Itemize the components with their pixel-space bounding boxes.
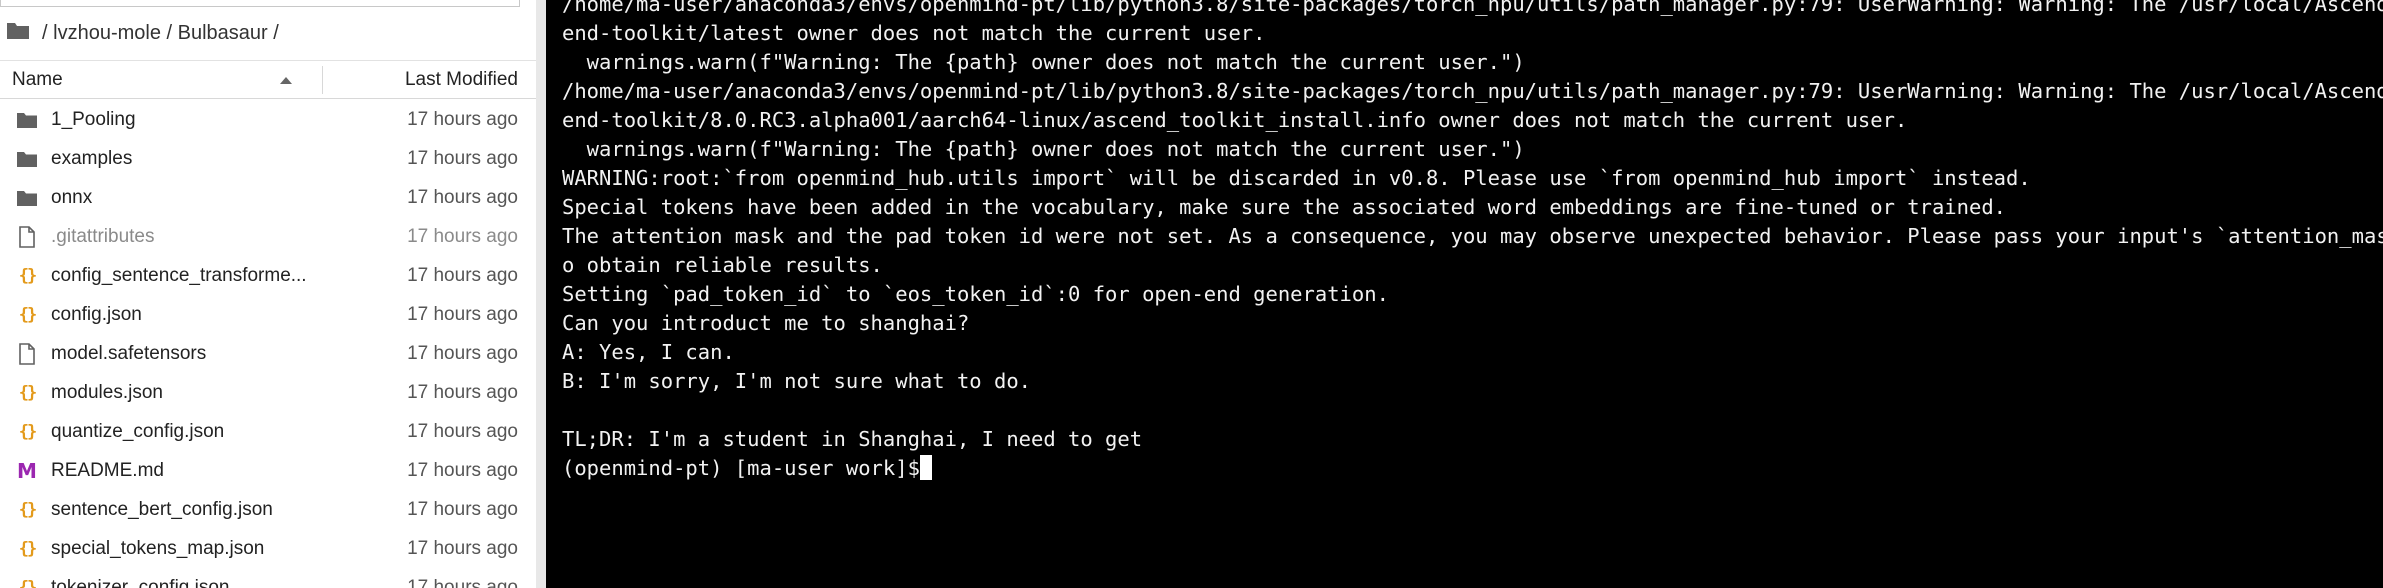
file-name: .gitattributes <box>51 226 155 247</box>
file-modified: 17 hours ago <box>407 226 518 247</box>
file-list-item[interactable]: {} tokenizer_config.json 17 hours ago <box>0 568 536 588</box>
file-icon <box>16 226 38 248</box>
file-modified: 17 hours ago <box>407 265 518 286</box>
terminal-line: B: I'm sorry, I'm not sure what to do. <box>562 369 1031 393</box>
folder-icon <box>16 109 38 131</box>
folder-icon[interactable] <box>6 20 30 46</box>
file-name: quantize_config.json <box>51 421 225 442</box>
terminal-line: Special tokens have been added in the vo… <box>562 195 2007 219</box>
file-modified: 17 hours ago <box>407 187 518 208</box>
json-icon: {} <box>18 500 38 520</box>
file-name: model.safetensors <box>51 343 207 364</box>
terminal-line: warnings.warn(f"Warning: The {path} owne… <box>562 50 1525 74</box>
json-icon: {} <box>18 266 38 286</box>
terminal-prompt: (openmind-pt) [ma-user work]$ <box>562 456 920 480</box>
json-icon: {} <box>18 578 38 588</box>
terminal-line: /home/ma-user/anaconda3/envs/openmind-pt… <box>562 0 2383 16</box>
file-list: 1_Pooling 17 hours ago examples 17 hours ag… <box>0 100 536 588</box>
file-list-item[interactable]: M README.md 17 hours ago <box>0 451 536 490</box>
file-modified: 17 hours ago <box>407 538 518 559</box>
column-resize-handle[interactable] <box>322 66 323 94</box>
column-header-last-modified[interactable]: Last Modified <box>405 62 518 98</box>
terminal-line: end-toolkit/8.0.RC3.alpha001/aarch64-lin… <box>562 108 1908 132</box>
file-name: sentence_bert_config.json <box>51 499 273 520</box>
folder-icon <box>16 187 38 209</box>
file-name: README.md <box>51 460 164 481</box>
json-icon: {} <box>18 422 38 442</box>
file-list-item[interactable]: examples 17 hours ago <box>0 139 536 178</box>
markdown-icon: M <box>17 459 37 483</box>
file-modified: 17 hours ago <box>407 499 518 520</box>
terminal-panel[interactable]: /home/ma-user/anaconda3/envs/openmind-pt… <box>546 0 2383 588</box>
folder-icon <box>16 148 38 170</box>
terminal-line: end-toolkit/latest owner does not match … <box>562 21 1266 45</box>
divider <box>0 60 536 61</box>
json-icon: {} <box>18 305 38 325</box>
file-name: config.json <box>51 304 142 325</box>
file-name: tokenizer_config.json <box>51 577 230 588</box>
file-icon <box>16 343 38 365</box>
terminal-line: /home/ma-user/anaconda3/envs/openmind-pt… <box>562 79 2383 103</box>
file-name: onnx <box>51 187 93 208</box>
terminal-prompt-line[interactable]: (openmind-pt) [ma-user work]$ <box>562 454 2383 483</box>
terminal-line: Setting `pad_token_id` to `eos_token_id`… <box>562 282 1389 306</box>
file-name: 1_Pooling <box>51 109 136 130</box>
file-modified: 17 hours ago <box>407 304 518 325</box>
panel-splitter[interactable] <box>536 0 546 588</box>
breadcrumb-lvzhou-mole[interactable]: lvzhou-mole <box>53 22 161 45</box>
file-name: special_tokens_map.json <box>51 538 265 559</box>
file-list-item[interactable]: {} config_sentence_transforme... 17 hours … <box>0 256 536 295</box>
file-list-header: Name Last Modified <box>0 62 536 99</box>
file-modified: 17 hours ago <box>407 460 518 481</box>
terminal-line: TL;DR: I'm a student in Shanghai, I need… <box>562 427 1143 451</box>
file-list-item[interactable]: 1_Pooling 17 hours ago <box>0 100 536 139</box>
file-list-item[interactable]: {} config.json 17 hours ago <box>0 295 536 334</box>
file-modified: 17 hours ago <box>407 577 518 588</box>
file-filter-input[interactable] <box>0 0 520 7</box>
column-header-name[interactable]: Name <box>12 62 63 98</box>
file-browser-panel: / lvzhou-mole / Bulbasaur / Name Last Mo… <box>0 0 536 588</box>
json-icon: {} <box>18 539 38 559</box>
breadcrumb: / lvzhou-mole / Bulbasaur / <box>0 16 520 50</box>
file-list-item[interactable]: model.safetensors 17 hours ago <box>0 334 536 373</box>
file-list-item[interactable]: onnx 17 hours ago <box>0 178 536 217</box>
file-list-item[interactable]: {} sentence_bert_config.json 17 hours ago <box>0 490 536 529</box>
file-modified: 17 hours ago <box>407 382 518 403</box>
breadcrumb-bulbasaur[interactable]: Bulbasaur <box>178 22 268 45</box>
terminal-output: /home/ma-user/anaconda3/envs/openmind-pt… <box>562 0 2383 483</box>
terminal-line: The attention mask and the pad token id … <box>562 224 2383 248</box>
file-modified: 17 hours ago <box>407 148 518 169</box>
file-name: config_sentence_transforme... <box>51 265 307 286</box>
terminal-line: WARNING:root:`from openmind_hub.utils im… <box>562 166 2031 190</box>
breadcrumb-separator: / <box>273 21 279 44</box>
terminal-line: o obtain reliable results. <box>562 253 883 277</box>
file-modified: 17 hours ago <box>407 343 518 364</box>
sort-ascending-icon[interactable] <box>280 77 292 84</box>
terminal-line: A: Yes, I can. <box>562 340 735 364</box>
file-name: examples <box>51 148 133 169</box>
terminal-line: Can you introduct me to shanghai? <box>562 311 970 335</box>
file-list-item[interactable]: {} modules.json 17 hours ago <box>0 373 536 412</box>
file-list-item[interactable]: {} special_tokens_map.json 17 hours ago <box>0 529 536 568</box>
terminal-line: warnings.warn(f"Warning: The {path} owne… <box>562 137 1525 161</box>
file-list-item[interactable]: {} quantize_config.json 17 hours ago <box>0 412 536 451</box>
file-modified: 17 hours ago <box>407 109 518 130</box>
file-name: modules.json <box>51 382 163 403</box>
terminal-cursor <box>919 455 932 480</box>
file-modified: 17 hours ago <box>407 421 518 442</box>
json-icon: {} <box>18 383 38 403</box>
file-list-item[interactable]: .gitattributes 17 hours ago <box>0 217 536 256</box>
